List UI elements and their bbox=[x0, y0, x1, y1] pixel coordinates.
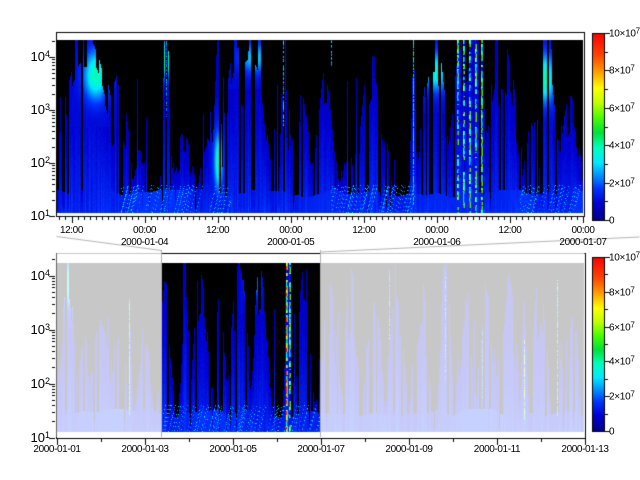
bottom-x-date-label: 2000-01-05 bbox=[209, 444, 256, 455]
colorbar-tick-label: 6×107 bbox=[609, 103, 634, 114]
bottom-x-date-label: 2000-01-01 bbox=[33, 444, 80, 455]
bottom-x-date-label: 2000-01-03 bbox=[121, 444, 168, 455]
colorbar-tick-label: 8×107 bbox=[609, 287, 634, 298]
spectrogram-canvas[interactable] bbox=[0, 0, 640, 480]
top-x-tick-label: 12:00 bbox=[60, 225, 83, 236]
bottom-x-date-label: 2000-01-11 bbox=[474, 444, 520, 455]
bottom-y-tick-label: 102 bbox=[31, 375, 50, 390]
colorbar-tick-label: 0 bbox=[609, 426, 614, 437]
bottom-x-date-label: 2000-01-07 bbox=[297, 444, 344, 455]
colorbar-tick-label: 6×107 bbox=[609, 322, 634, 333]
bottom-y-tick-label: 103 bbox=[31, 321, 50, 336]
colorbar-tick-label: 2×107 bbox=[609, 178, 634, 189]
top-y-tick-label: 103 bbox=[31, 102, 50, 117]
bottom-x-date-label: 2000-01-09 bbox=[385, 444, 432, 455]
top-x-tick-label: 00:00 bbox=[571, 225, 594, 236]
top-x-date-label: 2000-01-06 bbox=[413, 237, 460, 248]
top-y-tick-label: 101 bbox=[31, 208, 50, 223]
colorbar-tick-label: 8×107 bbox=[609, 65, 634, 76]
colorbar-tick-label: 4×107 bbox=[609, 140, 634, 151]
top-x-tick-label: 12:00 bbox=[498, 225, 521, 236]
top-x-date-label: 2000-01-07 bbox=[559, 237, 606, 248]
top-x-tick-label: 00:00 bbox=[133, 225, 156, 236]
top-y-tick-label: 104 bbox=[31, 49, 50, 64]
top-x-date-label: 2000-01-05 bbox=[267, 237, 314, 248]
bottom-y-tick-label: 101 bbox=[31, 429, 50, 444]
top-x-date-label: 2000-01-04 bbox=[121, 237, 168, 248]
bottom-y-tick-label: 104 bbox=[31, 267, 50, 282]
top-x-tick-label: 12:00 bbox=[352, 225, 375, 236]
top-x-tick-label: 12:00 bbox=[206, 225, 229, 236]
top-x-tick-label: 00:00 bbox=[425, 225, 448, 236]
bottom-x-date-label: 2000-01-13 bbox=[561, 444, 608, 455]
top-x-tick-label: 00:00 bbox=[279, 225, 302, 236]
colorbar-tick-label: 2×107 bbox=[609, 391, 634, 402]
colorbar-tick-label: 10×107 bbox=[609, 252, 640, 263]
top-y-tick-label: 102 bbox=[31, 155, 50, 170]
colorbar-tick-label: 4×107 bbox=[609, 356, 634, 367]
spectrogram-figure: 12:0000:002000-01-0412:0000:002000-01-05… bbox=[0, 0, 640, 480]
colorbar-tick-label: 0 bbox=[609, 215, 614, 226]
colorbar-tick-label: 10×107 bbox=[609, 28, 640, 39]
